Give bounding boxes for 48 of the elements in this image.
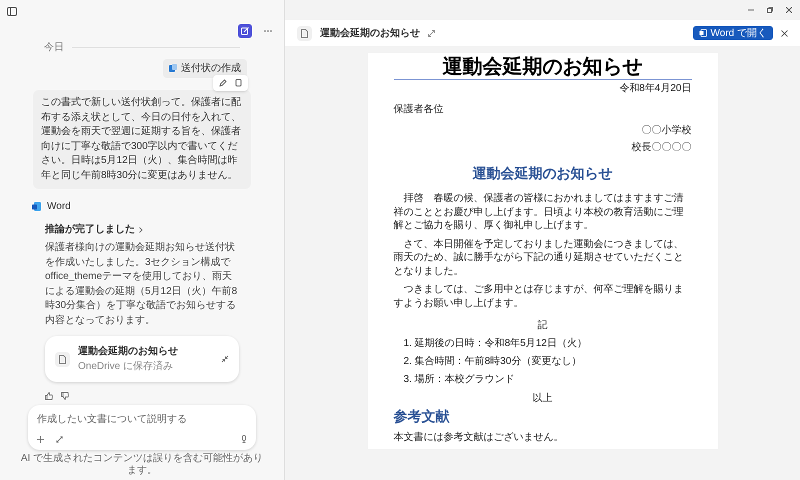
minimize-icon[interactable] — [748, 7, 754, 13]
assistant-message: 保護者様向けの運動会延期お知らせ送付状を作成いたしました。3セクション構成でoffice_themeテーマを使用しており、雨天による運動会の延期（5月12日（火）午前8時30分集合）を丁寧な敬語でお知らせする内容となっております。 — [44, 241, 238, 328]
open-in-word-button[interactable]: Word で開く — [692, 26, 773, 40]
close-icon[interactable] — [781, 30, 788, 36]
attachment-chip[interactable]: 送付状の作成 — [163, 59, 247, 78]
restore-icon[interactable] — [767, 7, 773, 13]
list-item: 3. 場所：本校グラウンド — [404, 372, 516, 387]
word-logo-icon — [32, 202, 41, 211]
microphone-icon[interactable] — [241, 435, 247, 443]
file-card[interactable]: 運動会延期のお知らせ OneDrive に保存済み — [45, 336, 239, 382]
references-heading: 参考文献 — [394, 407, 450, 426]
copy-icon[interactable] — [235, 79, 242, 87]
sender-line: 〇〇小学校 — [642, 124, 692, 138]
edit-icon[interactable] — [219, 79, 227, 87]
new-chat-button[interactable] — [238, 24, 252, 38]
file-title: 運動会延期のお知らせ — [78, 344, 179, 359]
references-text: 本文書には参考文献はございません。 — [394, 430, 564, 445]
close-icon[interactable] — [786, 7, 792, 13]
file-icon — [55, 352, 70, 366]
file-status: OneDrive に保存済み — [78, 360, 174, 374]
list-item: 1. 延期後の日時：令和8年5月12日（火） — [404, 336, 588, 351]
document-date: 令和8年4月20日 — [618, 82, 692, 96]
closing-text: 以上 — [532, 392, 554, 406]
body-paragraph: つきましては、ご多用中とは存じますが、何卒ご理解を賜りますようお願い申し上げます。 — [394, 283, 684, 310]
collapse-icon[interactable] — [221, 355, 229, 363]
user-message: この書式で新しい送付状創って。保護者に配布する添え状として、今日の日付を入れて、運動会を雨天で翌週に延期する旨を、保護者向けに丁寧な敬語で300字以内で書いてください。日時は5月12日（火）、集合時間は昨年と同じ午前8時30分に変更はありません。 — [33, 90, 251, 189]
document-title: 運動会延期のお知らせ — [394, 55, 692, 80]
expand-icon[interactable] — [428, 30, 435, 36]
list-item: 2. 集合時間：午前8時30分（変更なし） — [404, 354, 582, 369]
message-input[interactable]: 作成したい文書について説明する — [37, 412, 247, 427]
addressee: 保護者各位 — [394, 102, 444, 117]
body-paragraph: 拝啓 春暖の候、保護者の皆様におかれましてはますますご清祥のこととお慶び申し上げます。日頃より本校の教育活動にご理解とご協力を賜り、厚く御礼申し上げます。 — [394, 192, 684, 232]
word-logo-icon — [698, 29, 706, 37]
sidebar-toggle-icon[interactable] — [7, 6, 17, 16]
body-paragraph: さて、本日開催を予定しておりました運動会につきましては、雨天のため、誠に勝手ながら下記の通り延期させていただくこととなりました。 — [394, 238, 684, 278]
reasoning-link[interactable]: 推論が完了しました — [45, 222, 135, 237]
document-heading: 運動会延期のお知らせ — [472, 164, 614, 183]
preview-title: 運動会延期のお知らせ — [320, 26, 420, 40]
thumbs-down-icon[interactable] — [61, 392, 69, 400]
sender-line: 校長〇〇〇〇 — [632, 140, 692, 155]
composer[interactable]: 作成したい文書について説明する — [28, 405, 256, 450]
chevron-right-icon[interactable] — [139, 226, 143, 232]
date-divider-label: 今日 — [44, 41, 64, 55]
notice-label: 記 — [536, 318, 548, 333]
agent-name: Word — [47, 200, 71, 214]
plus-icon[interactable] — [37, 436, 44, 442]
disclaimer-text: AI で生成されたコンテンツは誤りを含む可能性があります。 — [20, 453, 264, 477]
thumbs-up-icon[interactable] — [45, 392, 53, 400]
